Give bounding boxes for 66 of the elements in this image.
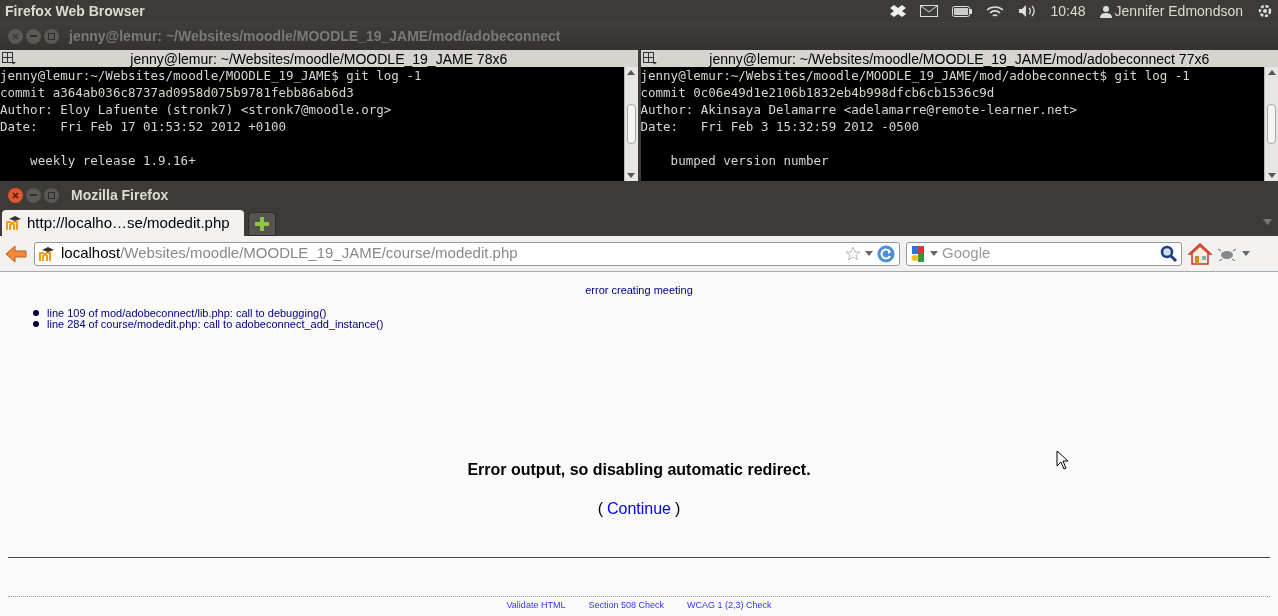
trace-line: line 109 of mod/adobeconnect/lib.php: call to debugging() xyxy=(47,307,327,319)
search-engine-icon[interactable] xyxy=(910,245,926,262)
down-arrow-icon[interactable] xyxy=(1267,173,1276,178)
up-arrow-icon[interactable] xyxy=(1267,70,1276,75)
bullet-icon xyxy=(33,321,39,327)
user-name[interactable]: Jennifer Edmondson xyxy=(1114,0,1243,22)
mouse-pointer-icon xyxy=(1056,450,1068,470)
terminal-line: commit 0c06e49d1e2106b1832eb4b998dfcb6cb1536c9d xyxy=(640,84,995,101)
window-title: jenny@lemur: ~/Websites/moodle/MOODLE_19_JAME/mod/adobeconnect xyxy=(69,26,561,46)
tab-list-icon[interactable] xyxy=(1263,219,1272,225)
plus-icon xyxy=(255,217,269,231)
battery-icon[interactable] xyxy=(951,5,972,17)
terminal-line: Author: Eloy Lafuente (stronk7) <stronk7@moodle.org> xyxy=(0,101,392,118)
split-icon[interactable] xyxy=(642,52,657,65)
terminal-line: commit a364ab036c8737ad0958d075b9781febb86ab6d3 xyxy=(0,84,354,101)
browser-tab[interactable]: http://localho…se/modedit.php xyxy=(2,210,244,236)
new-tab-button[interactable] xyxy=(248,212,276,236)
terminal-line: jenny@lemur:~/Websites/moodle/MOODLE_19_JAME/mod/adobeconnect$ git log -1 xyxy=(640,67,1190,84)
terminal-line: Author: Akinsaya Delamarre <adelamarre@remote-learner.net> xyxy=(640,101,1077,118)
parenthesis: ( xyxy=(597,498,603,519)
back-arrow-icon[interactable] xyxy=(4,243,28,264)
power-icon[interactable] xyxy=(1257,3,1273,19)
continue-link[interactable]: Continue xyxy=(606,496,671,521)
terminal-line: Date: Fri Feb 17 01:53:52 2012 +0100 xyxy=(0,118,286,135)
bug-icon[interactable] xyxy=(1218,246,1236,261)
dropdown-icon[interactable] xyxy=(865,251,873,256)
clock[interactable]: 10:48 xyxy=(1050,0,1086,22)
split-icon[interactable] xyxy=(2,52,16,65)
scrollbar[interactable] xyxy=(1264,67,1278,181)
scrollbar-thumb[interactable] xyxy=(1267,104,1276,144)
dropdown-icon[interactable] xyxy=(930,251,938,256)
commit-message: bumped version number xyxy=(669,152,829,169)
terminal-line: jenny@lemur:~/Websites/moodle/MOODLE_19_JAME$ git log -1 xyxy=(0,67,422,84)
search-input: Google xyxy=(942,242,1156,265)
down-arrow-icon[interactable] xyxy=(627,173,635,178)
dropdown-icon[interactable] xyxy=(1242,251,1250,256)
redirect-notice: Error output, so disabling automatic redirect. xyxy=(467,459,811,480)
volume-icon[interactable] xyxy=(1017,4,1037,18)
commit-message: weekly release 1.9.16+ xyxy=(29,152,196,169)
search-field[interactable]: Google xyxy=(906,241,1182,266)
search-icon[interactable] xyxy=(1160,244,1178,263)
pane-title: jenny@lemur: ~/Websites/moodle/MOODLE_19_JAME/mod/adobeconnect 77x6 xyxy=(709,51,1210,66)
footer-link[interactable]: Validate HTML xyxy=(506,598,566,611)
user-icon xyxy=(1099,4,1112,18)
scrollbar-thumb[interactable] xyxy=(626,104,636,144)
footer-link[interactable]: WCAG 1 (2,3) Check xyxy=(686,598,772,611)
mail-icon[interactable] xyxy=(919,5,938,17)
url-text: localhost/Websites/moodle/MOODLE_19_JAME/course/modedit.php xyxy=(61,243,519,264)
footer-link[interactable]: Section 508 Check xyxy=(588,598,664,611)
app-title: Firefox Web Browser xyxy=(5,1,145,21)
star-icon[interactable] xyxy=(845,246,861,261)
close-button[interactable] xyxy=(8,187,23,203)
home-icon[interactable] xyxy=(1188,242,1212,265)
bullet-icon xyxy=(33,310,39,316)
window-title: Mozilla Firefox xyxy=(71,185,169,205)
parenthesis: ) xyxy=(675,498,681,519)
error-message: error creating meeting xyxy=(585,283,693,298)
reload-icon[interactable] xyxy=(877,244,895,263)
url-bar[interactable]: localhost/Websites/moodle/MOODLE_19_JAME/course/modedit.php xyxy=(34,241,900,266)
wifi-icon[interactable] xyxy=(985,4,1004,18)
close-icon xyxy=(12,32,19,40)
up-arrow-icon[interactable] xyxy=(627,70,635,75)
pane-title: jenny@lemur: ~/Websites/moodle/MOODLE_19_JAME 78x6 xyxy=(130,51,508,66)
terminal-line: Date: Fri Feb 3 15:32:59 2012 -0500 xyxy=(640,118,919,135)
trace-line: line 284 of course/modedit.php: call to adobeconnect_add_instance() xyxy=(47,318,384,330)
close-icon xyxy=(12,191,19,199)
